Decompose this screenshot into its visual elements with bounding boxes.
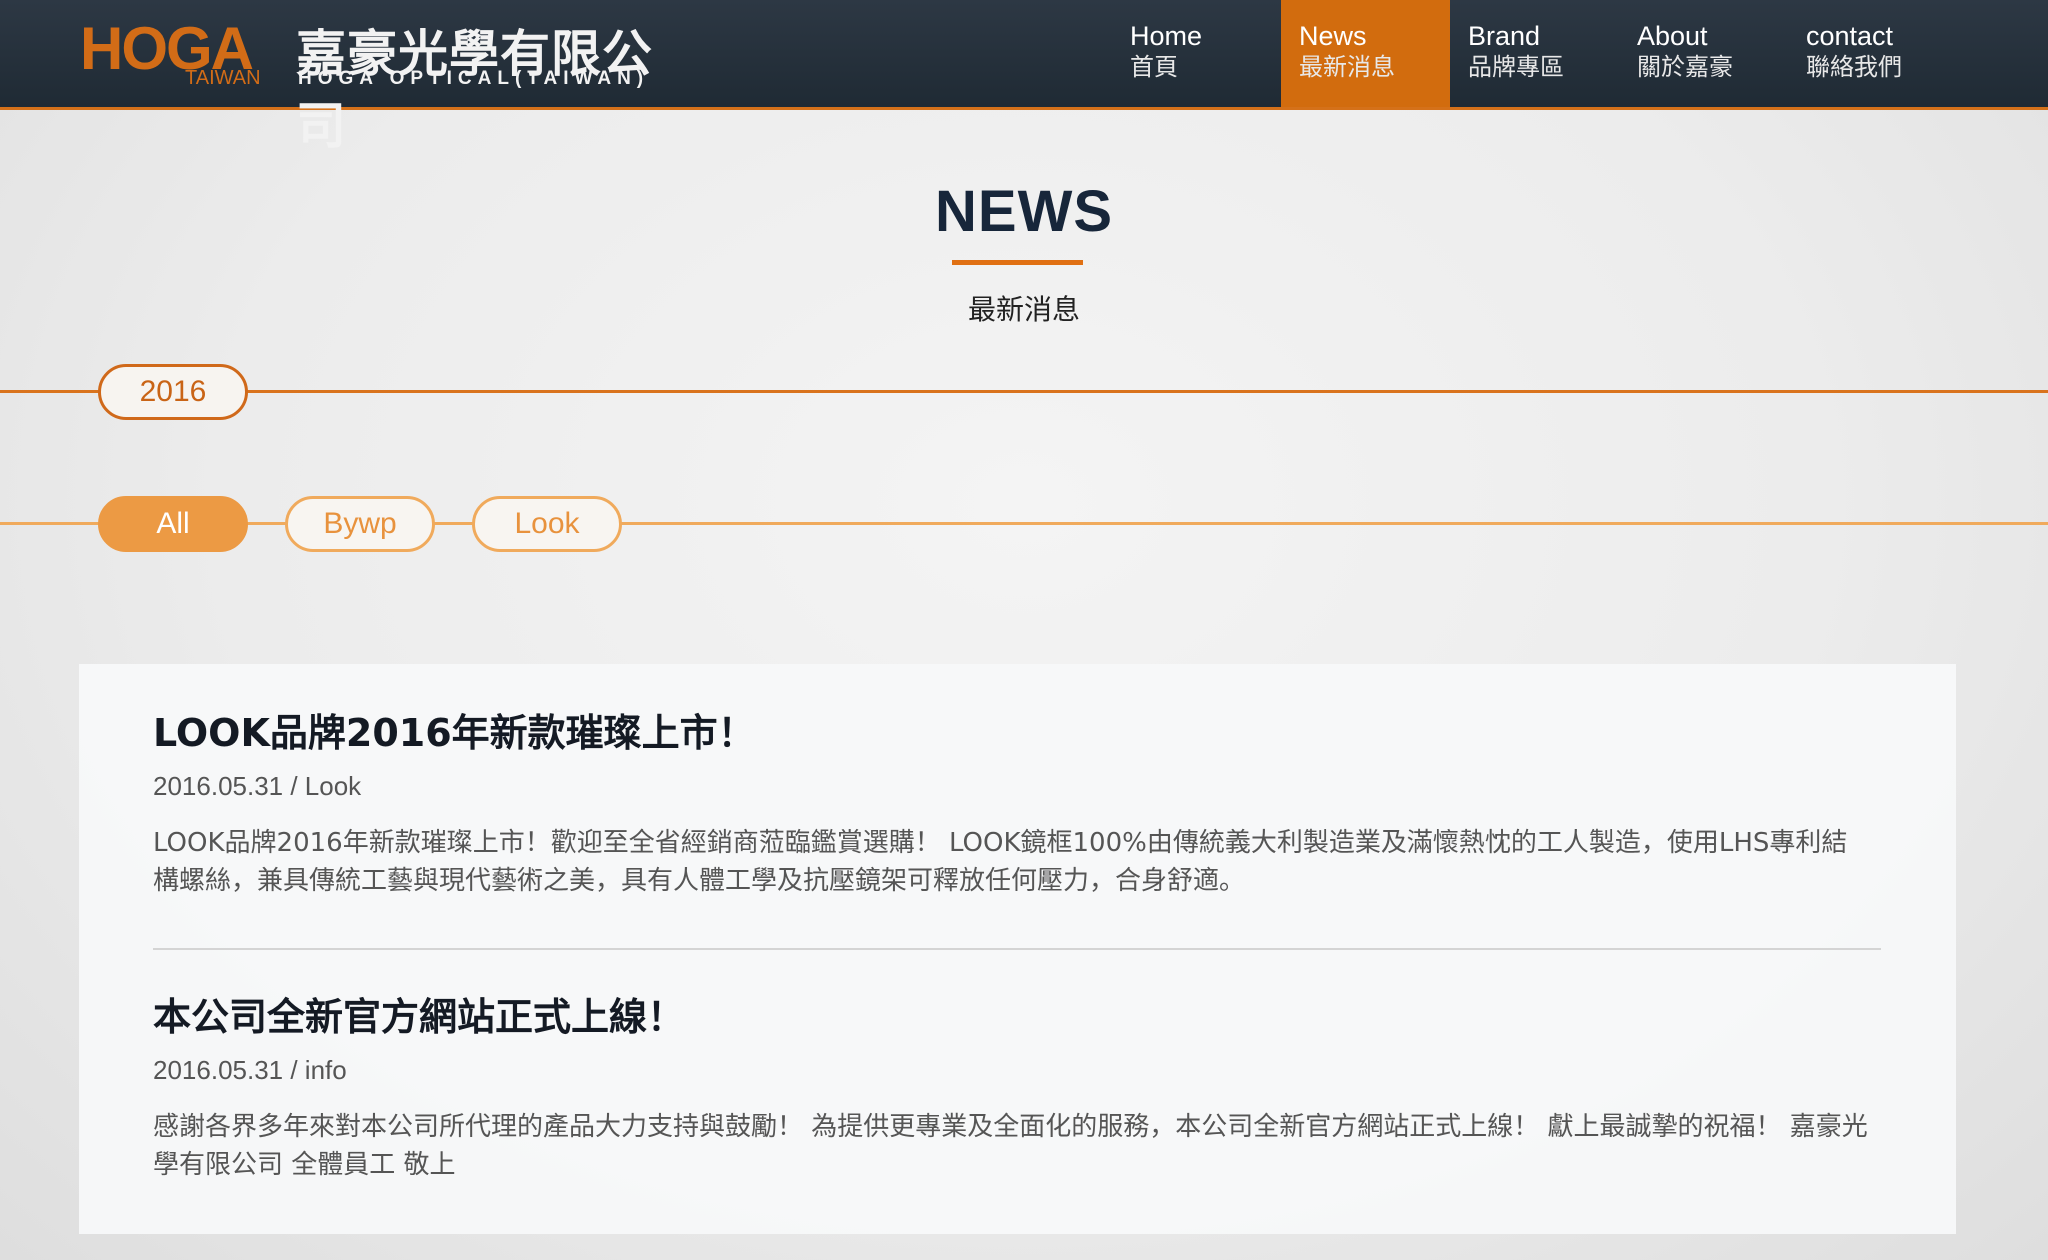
nav-label-cn: 品牌專區 (1468, 53, 1564, 81)
news-item: LOOK品牌2016年新款璀璨上市！ 2016.05.31 / Look LOO… (153, 710, 1883, 900)
nav-label-cn: 首頁 (1130, 53, 1178, 81)
news-item-body: LOOK品牌2016年新款璀璨上市！歡迎至全省經銷商蒞臨鑑賞選購！ LOOK鏡框… (153, 828, 1848, 896)
year-selector-2016[interactable]: 2016 (98, 364, 248, 420)
nav-label-cn: 關於嘉豪 (1637, 53, 1733, 81)
page-title: NEWS (935, 179, 1113, 244)
logo-region-text: TAIWAN (185, 67, 261, 89)
filter-look-button[interactable]: Look (472, 496, 622, 552)
logo-company-en: HOGA OPTICAL(TAIWAN) (298, 68, 650, 89)
nav-label-en: About (1637, 21, 1708, 51)
news-item-meta: 2016.05.31 / info (153, 1055, 347, 1085)
news-divider (153, 948, 1881, 950)
nav-label-cn: 最新消息 (1299, 53, 1395, 81)
site-header: HOGA TAIWAN 嘉豪光學有限公司 HOGA OPTICAL(TAIWAN… (0, 0, 2048, 155)
nav-item-about[interactable]: About 關於嘉豪 (1619, 0, 1788, 107)
filter-all-button[interactable]: All (98, 496, 248, 552)
nav-label-en: contact (1806, 21, 1894, 51)
news-item-title[interactable]: LOOK品牌2016年新款璀璨上市！ (153, 710, 1883, 756)
company-logo[interactable]: HOGA TAIWAN 嘉豪光學有限公司 HOGA OPTICAL(TAIWAN… (80, 12, 700, 155)
nav-label-cn: 聯絡我們 (1806, 53, 1902, 81)
news-item-title[interactable]: 本公司全新官方網站正式上線！ (153, 994, 1883, 1040)
main-nav: Home 首頁 News 最新消息 Brand 品牌專區 About 關於嘉豪 … (1112, 0, 1957, 107)
year-timeline-line (0, 390, 2048, 393)
nav-item-brand[interactable]: Brand 品牌專區 (1450, 0, 1619, 107)
filter-bywp-button[interactable]: Bywp (285, 496, 435, 552)
nav-label-en: News (1299, 21, 1367, 51)
news-item-meta: 2016.05.31 / Look (153, 771, 362, 801)
page-subtitle: 最新消息 (967, 293, 1080, 326)
nav-item-news[interactable]: News 最新消息 (1281, 0, 1450, 107)
nav-item-contact[interactable]: contact 聯絡我們 (1788, 0, 1957, 107)
news-item-body: 感謝各界多年來對本公司所代理的產品大力支持與鼓勵！ 為提供更專業及全面化的服務，… (153, 1112, 1868, 1180)
title-underline (952, 260, 1083, 265)
nav-label-en: Home (1130, 21, 1203, 51)
news-item: 本公司全新官方網站正式上線！ 2016.05.31 / info 感謝各界多年來… (153, 994, 1883, 1184)
news-list-card: LOOK品牌2016年新款璀璨上市！ 2016.05.31 / Look LOO… (79, 664, 1956, 1234)
nav-item-home[interactable]: Home 首頁 (1112, 0, 1281, 107)
nav-label-en: Brand (1468, 21, 1541, 51)
